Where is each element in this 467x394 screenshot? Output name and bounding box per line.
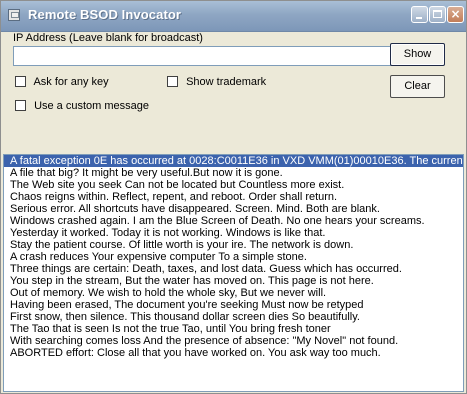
monitor-icon [8,9,20,21]
window-title: Remote BSOD Invocator [28,7,182,22]
show-trademark-checkbox[interactable] [167,76,178,87]
ip-address-input[interactable] [13,46,394,66]
ask-key-checkbox[interactable] [15,76,26,87]
list-item[interactable]: Windows crashed again. I am the Blue Scr… [4,215,463,227]
show-trademark-label: Show trademark [186,76,267,88]
remote-bsod-window: Remote BSOD Invocator × IP Address (Leav… [0,0,467,394]
list-item[interactable]: Serious error. All shortcuts have disapp… [4,203,463,215]
list-item[interactable]: Three things are certain: Death, taxes, … [4,263,463,275]
maximize-icon[interactable] [429,6,446,23]
list-item[interactable]: Chaos reigns within. Reflect, repent, an… [4,191,463,203]
title-bar[interactable]: Remote BSOD Invocator × [1,1,466,32]
ask-key-option[interactable]: Ask for any key [15,76,109,88]
show-button[interactable]: Show [390,43,445,66]
minimize-icon[interactable] [411,6,428,23]
list-item[interactable]: Having been erased, The document you're … [4,299,463,311]
list-item[interactable]: Stay the patient course. Of little worth… [4,239,463,251]
list-item[interactable]: The Tao that is seen Is not the true Tao… [4,323,463,335]
list-item[interactable]: You step in the stream, But the water ha… [4,275,463,287]
custom-message-label: Use a custom message [34,100,149,112]
custom-message-checkbox[interactable] [15,100,26,111]
list-item[interactable]: Yesterday it worked. Today it is not wor… [4,227,463,239]
list-item[interactable]: A crash reduces Your expensive computer … [4,251,463,263]
custom-message-option[interactable]: Use a custom message [15,100,149,112]
message-list[interactable]: A fatal exception 0E has occurred at 002… [3,154,464,392]
clear-button[interactable]: Clear [390,75,445,98]
list-item[interactable]: A fatal exception 0E has occurred at 002… [4,155,463,167]
list-item[interactable]: Out of memory. We wish to hold the whole… [4,287,463,299]
close-glyph: × [450,7,461,21]
close-icon[interactable]: × [447,6,464,23]
list-item[interactable]: First snow, then silence. This thousand … [4,311,463,323]
list-item[interactable]: A file that big? It might be very useful… [4,167,463,179]
ip-address-label: IP Address (Leave blank for broadcast) [13,32,203,44]
list-item[interactable]: The Web site you seek Can not be located… [4,179,463,191]
list-item[interactable]: With searching comes loss And the presen… [4,335,463,347]
ask-key-label: Ask for any key [33,76,109,88]
list-item[interactable]: ABORTED effort: Close all that you have … [4,347,463,359]
show-trademark-option[interactable]: Show trademark [167,76,266,88]
